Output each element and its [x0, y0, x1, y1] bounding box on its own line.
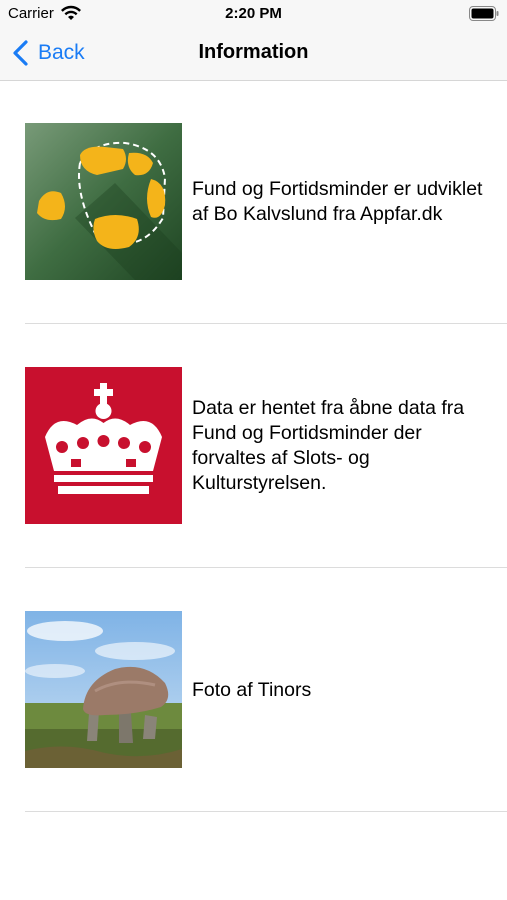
list-item: Data er hentet fra åbne data fra Fund og… — [0, 324, 507, 568]
status-bar: Carrier 2:20 PM — [0, 0, 507, 28]
battery-icon — [469, 6, 499, 21]
row-divider — [25, 811, 507, 812]
item-text: Fund og Fortidsminder er udviklet af Bo … — [192, 178, 483, 225]
dolmen-photo — [25, 611, 182, 768]
status-time: 2:20 PM — [225, 5, 282, 22]
app-logo-image — [25, 123, 182, 280]
item-text: Data er hentet fra åbne data fra Fund og… — [192, 397, 465, 494]
list-item: Fund og Fortidsminder er udviklet af Bo … — [0, 80, 507, 324]
page-title: Information — [198, 41, 309, 63]
info-list: Fund og Fortidsminder er udviklet af Bo … — [0, 80, 507, 812]
list-item: Foto af Tinors — [0, 568, 507, 812]
item-text: Foto af Tinors — [192, 678, 312, 701]
crown-logo-image — [25, 367, 182, 524]
navigation-bar: Back Information — [0, 28, 507, 81]
